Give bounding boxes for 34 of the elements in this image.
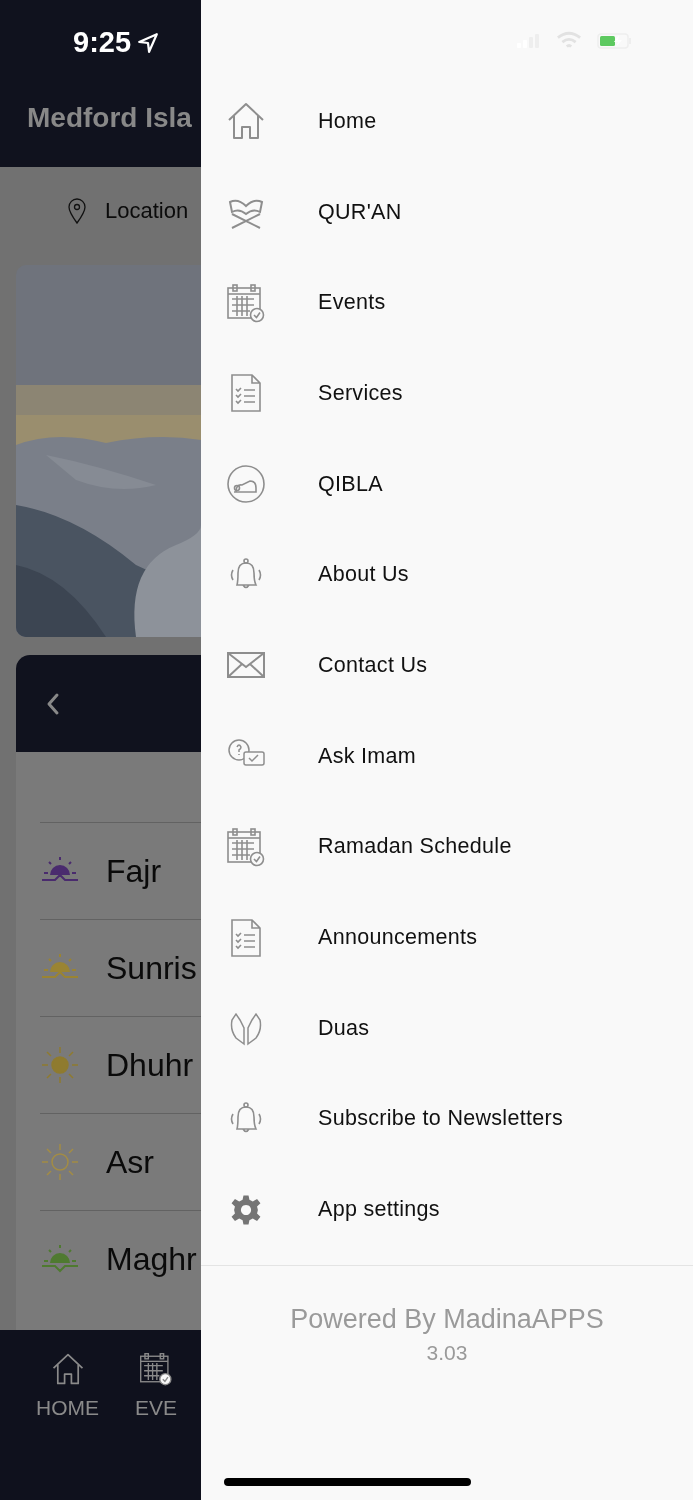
menu-item[interactable]: Announcements [201,892,693,983]
prayer-name: Fajr [106,852,162,890]
map-pin-icon [67,198,87,224]
menu-item[interactable]: Events [201,257,693,349]
tab-label[interactable]: EVE [135,1396,178,1420]
status-time: 9:25 [73,26,132,59]
powered-by-text: Powered By MadinaAPPS [290,1303,604,1335]
tab-label[interactable]: HOME [36,1396,99,1420]
location-label[interactable]: Location [105,198,189,224]
calendar-icon [226,826,266,867]
calendar-icon [139,1352,173,1386]
menu-item[interactable]: Services [201,348,693,439]
menu-item[interactable]: Ask Imam [201,710,693,802]
menu-item[interactable]: App settings [201,1164,693,1255]
version-text: 3.03 [426,1340,468,1365]
home-icon [50,1352,85,1386]
app-title: Medford Isla [27,102,192,134]
prayer-name: Sunris [106,949,197,987]
location-arrow-icon [137,31,160,54]
menu-item[interactable]: QUR'AN [201,166,693,258]
menu-item[interactable]: Contact Us [201,620,693,711]
menu-item[interactable]: QIBLA [201,438,693,530]
calendar-icon [226,282,266,323]
menu-item[interactable]: Ramadan Schedule [201,801,693,893]
prayer-name: Maghr [106,1240,197,1278]
home-icon [226,101,266,142]
prayer-name: Dhuhr [106,1046,194,1084]
menu-item[interactable]: Home [201,76,693,167]
menu-item[interactable]: Duas [201,982,693,1074]
menu-item[interactable]: Subscribe to Newsletters [201,1073,693,1165]
prayer-name: Asr [106,1143,154,1181]
back-chevron-icon[interactable] [46,691,60,716]
menu-item[interactable]: About Us [201,529,693,621]
battery-icon [597,33,633,49]
